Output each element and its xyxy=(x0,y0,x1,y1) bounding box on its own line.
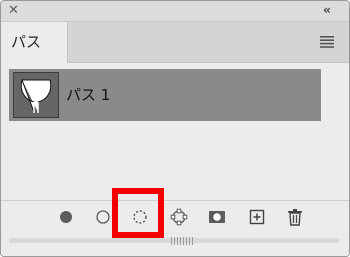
create-new-path-icon[interactable] xyxy=(247,207,267,227)
double-chevron-left-icon[interactable]: ‹‹ xyxy=(323,3,339,17)
tab-paths[interactable]: パス xyxy=(1,22,68,63)
make-work-path-icon[interactable] xyxy=(169,207,189,227)
panel-tabbar: パス xyxy=(1,22,349,63)
stroke-path-icon[interactable] xyxy=(93,207,113,227)
path-shape-icon xyxy=(20,78,52,113)
path-thumbnail xyxy=(13,72,59,118)
panel-footer xyxy=(1,200,349,233)
fill-path-icon[interactable] xyxy=(56,207,76,227)
highlight-box xyxy=(112,188,164,238)
panel-menu-icon[interactable] xyxy=(320,36,334,48)
paths-panel: ✕ ‹‹ パス パス 1 xyxy=(0,0,350,257)
close-icon[interactable]: ✕ xyxy=(8,4,22,18)
resize-grip-icon[interactable] xyxy=(171,237,193,245)
list-item[interactable]: パス 1 xyxy=(9,69,321,121)
path-name: パス 1 xyxy=(66,86,111,104)
panel-resize-bar xyxy=(1,234,349,256)
add-mask-icon[interactable] xyxy=(207,207,227,227)
delete-path-icon[interactable] xyxy=(285,207,305,227)
panel-titlebar: ✕ ‹‹ xyxy=(1,1,349,22)
paths-list: パス 1 xyxy=(1,63,349,200)
